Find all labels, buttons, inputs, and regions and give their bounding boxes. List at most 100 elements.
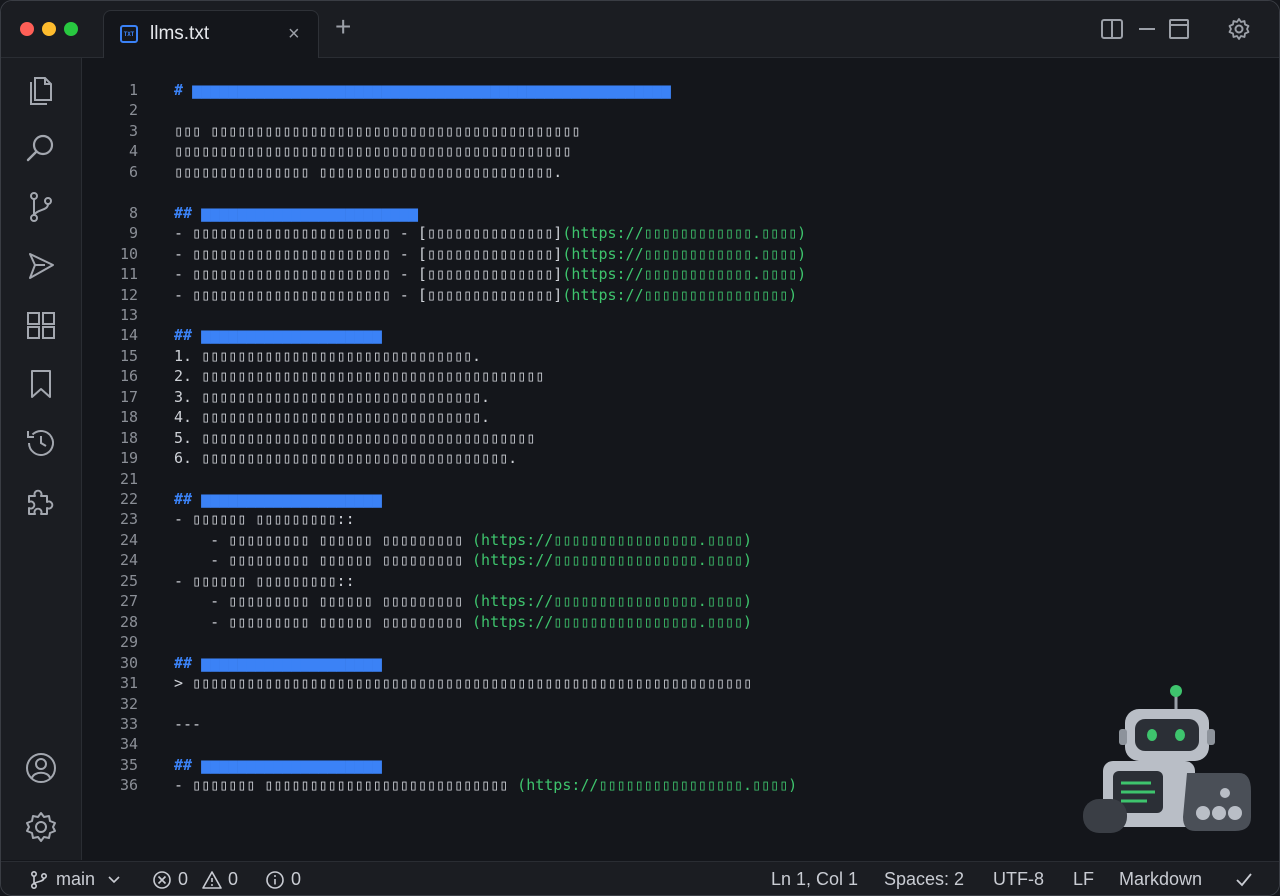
code-line[interactable]: 2 [82, 100, 1279, 120]
branch-name[interactable]: main [56, 869, 95, 890]
warning-count[interactable]: 0 [228, 869, 238, 890]
text-token: - ▯▯▯▯▯▯ ▯▯▯▯▯▯▯▯▯:: [174, 510, 355, 528]
line-number: 6 [128, 163, 138, 181]
code-line[interactable]: 30 ## ▆▆▆▆▆▆▆▆▆▆▆▆▆▆▆▆▆▆▆▆ [82, 653, 1279, 673]
minimize-icon[interactable] [1135, 17, 1159, 41]
puzzle-icon[interactable] [23, 484, 59, 520]
code-line[interactable]: 28 - ▯▯▯▯▯▯▯▯▯ ▯▯▯▯▯▯ ▯▯▯▯▯▯▯▯▯ (https:/… [82, 612, 1279, 632]
code-line[interactable]: 23 - ▯▯▯▯▯▯ ▯▯▯▯▯▯▯▯▯:: [82, 509, 1279, 529]
code-line[interactable]: 12 - ▯▯▯▯▯▯▯▯▯▯▯▯▯▯▯▯▯▯▯▯▯▯ - [▯▯▯▯▯▯▯▯▯▯… [82, 285, 1279, 305]
code-line[interactable]: 8 ## ▆▆▆▆▆▆▆▆▆▆▆▆▆▆▆▆▆▆▆▆▆▆▆▆ [82, 203, 1279, 223]
extensions-icon[interactable] [23, 307, 59, 343]
link-token[interactable]: (https://▯▯▯▯▯▯▯▯▯▯▯▯▯▯▯▯.▯▯▯▯) [472, 613, 752, 631]
indentation[interactable]: Spaces: 2 [884, 869, 964, 890]
tab-close-button[interactable]: × [288, 23, 300, 46]
link-token[interactable]: (https://▯▯▯▯▯▯▯▯▯▯▯▯▯▯▯▯.▯▯▯▯) [472, 551, 752, 569]
line-number: 32 [119, 695, 138, 713]
code-line[interactable]: 24 - ▯▯▯▯▯▯▯▯▯ ▯▯▯▯▯▯ ▯▯▯▯▯▯▯▯▯ (https:/… [82, 550, 1279, 570]
text-token: - ▯▯▯▯▯▯▯▯▯▯▯▯▯▯▯▯▯▯▯▯▯▯ - [▯▯▯▯▯▯▯▯▯▯▯▯… [174, 265, 563, 283]
code-line[interactable]: 17 3. ▯▯▯▯▯▯▯▯▯▯▯▯▯▯▯▯▯▯▯▯▯▯▯▯▯▯▯▯▯▯▯. [82, 387, 1279, 407]
language-mode[interactable]: Markdown [1119, 869, 1202, 890]
error-icon[interactable] [152, 870, 172, 890]
link-token[interactable]: (https://▯▯▯▯▯▯▯▯▯▯▯▯▯▯▯▯.▯▯▯▯) [517, 776, 797, 794]
zoom-window-button[interactable] [64, 22, 78, 36]
encoding[interactable]: UTF-8 [993, 869, 1044, 890]
code-line[interactable]: 4 ▯▯▯▯▯▯▯▯▯▯▯▯▯▯▯▯▯▯▯▯▯▯▯▯▯▯▯▯▯▯▯▯▯▯▯▯▯▯▯… [82, 141, 1279, 161]
code-line[interactable]: 16 2. ▯▯▯▯▯▯▯▯▯▯▯▯▯▯▯▯▯▯▯▯▯▯▯▯▯▯▯▯▯▯▯▯▯▯▯… [82, 366, 1279, 386]
code-line[interactable]: 6 ▯▯▯▯▯▯▯▯▯▯▯▯▯▯▯ ▯▯▯▯▯▯▯▯▯▯▯▯▯▯▯▯▯▯▯▯▯▯▯… [82, 162, 1279, 182]
minimize-window-button[interactable] [42, 22, 56, 36]
text-token: > ▯▯▯▯▯▯▯▯▯▯▯▯▯▯▯▯▯▯▯▯▯▯▯▯▯▯▯▯▯▯▯▯▯▯▯▯▯▯… [174, 674, 752, 692]
history-icon[interactable] [23, 425, 59, 461]
code-line[interactable]: 18 5. ▯▯▯▯▯▯▯▯▯▯▯▯▯▯▯▯▯▯▯▯▯▯▯▯▯▯▯▯▯▯▯▯▯▯▯… [82, 428, 1279, 448]
line-number: 11 [119, 265, 138, 283]
warning-icon[interactable] [201, 870, 223, 890]
link-token[interactable]: (https://▯▯▯▯▯▯▯▯▯▯▯▯.▯▯▯▯) [562, 265, 806, 283]
run-debug-icon[interactable] [23, 248, 59, 284]
code-line[interactable]: 11 - ▯▯▯▯▯▯▯▯▯▯▯▯▯▯▯▯▯▯▯▯▯▯ - [▯▯▯▯▯▯▯▯▯▯… [82, 264, 1279, 284]
code-line[interactable]: 14 ## ▆▆▆▆▆▆▆▆▆▆▆▆▆▆▆▆▆▆▆▆ [82, 325, 1279, 345]
line-number: 14 [119, 326, 138, 344]
line-content: - ▯▯▯▯▯▯▯▯▯▯▯▯▯▯▯▯▯▯▯▯▯▯ - [▯▯▯▯▯▯▯▯▯▯▯▯… [174, 285, 797, 305]
link-token[interactable]: (https://▯▯▯▯▯▯▯▯▯▯▯▯▯▯▯▯) [562, 286, 797, 304]
code-line[interactable]: 18 4. ▯▯▯▯▯▯▯▯▯▯▯▯▯▯▯▯▯▯▯▯▯▯▯▯▯▯▯▯▯▯▯. [82, 407, 1279, 427]
files-icon[interactable] [23, 72, 59, 108]
code-line[interactable]: 21 [82, 469, 1279, 489]
info-icon[interactable] [265, 870, 285, 890]
code-line[interactable]: 19 6. ▯▯▯▯▯▯▯▯▯▯▯▯▯▯▯▯▯▯▯▯▯▯▯▯▯▯▯▯▯▯▯▯▯▯. [82, 448, 1279, 468]
settings-gear-icon[interactable] [1227, 17, 1251, 41]
line-content: - ▯▯▯▯▯▯ ▯▯▯▯▯▯▯▯▯:: [174, 509, 355, 529]
search-icon[interactable] [23, 130, 59, 166]
heading-token: ## [174, 490, 202, 508]
editor-tab[interactable]: TXT llms.txt × [103, 10, 319, 58]
line-content: 4. ▯▯▯▯▯▯▯▯▯▯▯▯▯▯▯▯▯▯▯▯▯▯▯▯▯▯▯▯▯▯▯. [174, 407, 490, 427]
link-token[interactable]: (https://▯▯▯▯▯▯▯▯▯▯▯▯.▯▯▯▯) [562, 245, 806, 263]
split-editor-icon[interactable] [1100, 17, 1124, 41]
link-token[interactable]: (https://▯▯▯▯▯▯▯▯▯▯▯▯▯▯▯▯.▯▯▯▯) [472, 531, 752, 549]
code-line[interactable]: 22 ## ▆▆▆▆▆▆▆▆▆▆▆▆▆▆▆▆▆▆▆▆ [82, 489, 1279, 509]
code-line[interactable]: 27 - ▯▯▯▯▯▯▯▯▯ ▯▯▯▯▯▯ ▯▯▯▯▯▯▯▯▯ (https:/… [82, 591, 1279, 611]
info-count[interactable]: 0 [291, 869, 301, 890]
chevron-down-icon[interactable] [107, 875, 121, 885]
source-control-icon[interactable] [23, 189, 59, 225]
line-content: - ▯▯▯▯▯▯▯▯▯ ▯▯▯▯▯▯ ▯▯▯▯▯▯▯▯▯ (https://▯▯… [174, 550, 752, 570]
new-tab-button[interactable]: + [335, 13, 351, 41]
account-icon[interactable] [23, 750, 59, 786]
link-token[interactable]: (https://▯▯▯▯▯▯▯▯▯▯▯▯▯▯▯▯.▯▯▯▯) [472, 592, 752, 610]
maximize-icon[interactable] [1167, 17, 1191, 41]
code-line[interactable]: 1 # ▆▆▆▆▆▆▆▆▆▆▆▆▆▆▆▆▆▆▆▆▆▆▆▆▆▆▆▆▆▆▆▆▆▆▆▆▆… [82, 80, 1279, 100]
heading-token: ▆▆▆▆▆▆▆▆▆▆▆▆▆▆▆▆▆▆▆▆ [201, 326, 382, 344]
text-token: ▯▯▯▯▯▯▯▯▯▯▯▯▯▯▯▯▯▯▯▯▯▯▯▯▯▯▯▯▯▯▯▯▯▯▯▯▯▯▯▯… [174, 142, 572, 160]
line-number: 24 [119, 551, 138, 569]
cursor-position[interactable]: Ln 1, Col 1 [771, 869, 858, 890]
code-line[interactable]: 3 ▯▯▯ ▯▯▯▯▯▯▯▯▯▯▯▯▯▯▯▯▯▯▯▯▯▯▯▯▯▯▯▯▯▯▯▯▯▯▯… [82, 121, 1279, 141]
text-token: - ▯▯▯▯▯▯ ▯▯▯▯▯▯▯▯▯:: [174, 572, 355, 590]
line-number: 8 [128, 204, 138, 222]
code-line[interactable]: 29 [82, 632, 1279, 652]
code-line[interactable]: 10 - ▯▯▯▯▯▯▯▯▯▯▯▯▯▯▯▯▯▯▯▯▯▯ - [▯▯▯▯▯▯▯▯▯▯… [82, 244, 1279, 264]
text-token: 1. ▯▯▯▯▯▯▯▯▯▯▯▯▯▯▯▯▯▯▯▯▯▯▯▯▯▯▯▯▯▯. [174, 347, 482, 365]
text-token: - ▯▯▯▯▯▯▯▯▯ ▯▯▯▯▯▯ ▯▯▯▯▯▯▯▯▯ [174, 592, 473, 610]
link-token[interactable]: (https://▯▯▯▯▯▯▯▯▯▯▯▯.▯▯▯▯) [562, 224, 806, 242]
text-token: - ▯▯▯▯▯▯▯▯▯▯▯▯▯▯▯▯▯▯▯▯▯▯ - [▯▯▯▯▯▯▯▯▯▯▯▯… [174, 286, 563, 304]
close-window-button[interactable] [20, 22, 34, 36]
code-line[interactable]: 15 1. ▯▯▯▯▯▯▯▯▯▯▯▯▯▯▯▯▯▯▯▯▯▯▯▯▯▯▯▯▯▯. [82, 346, 1279, 366]
code-line[interactable]: 25 - ▯▯▯▯▯▯ ▯▯▯▯▯▯▯▯▯:: [82, 571, 1279, 591]
code-line[interactable]: 13 [82, 305, 1279, 325]
end-of-line[interactable]: LF [1073, 869, 1094, 890]
bookmark-icon[interactable] [23, 366, 59, 402]
settings-icon[interactable] [23, 809, 59, 845]
heading-token: ▆▆▆▆▆▆▆▆▆▆▆▆▆▆▆▆▆▆▆▆▆▆▆▆ [201, 204, 418, 222]
line-content: # ▆▆▆▆▆▆▆▆▆▆▆▆▆▆▆▆▆▆▆▆▆▆▆▆▆▆▆▆▆▆▆▆▆▆▆▆▆▆… [174, 80, 671, 100]
code-line[interactable] [82, 182, 1279, 202]
line-content: 5. ▯▯▯▯▯▯▯▯▯▯▯▯▯▯▯▯▯▯▯▯▯▯▯▯▯▯▯▯▯▯▯▯▯▯▯▯▯ [174, 428, 535, 448]
line-content: ▯▯▯▯▯▯▯▯▯▯▯▯▯▯▯ ▯▯▯▯▯▯▯▯▯▯▯▯▯▯▯▯▯▯▯▯▯▯▯▯… [174, 162, 562, 182]
text-token: - ▯▯▯▯▯▯▯▯▯ ▯▯▯▯▯▯ ▯▯▯▯▯▯▯▯▯ [174, 551, 473, 569]
check-icon[interactable] [1234, 870, 1254, 890]
code-line[interactable]: 9 - ▯▯▯▯▯▯▯▯▯▯▯▯▯▯▯▯▯▯▯▯▯▯ - [▯▯▯▯▯▯▯▯▯▯▯… [82, 223, 1279, 243]
title-bar: TXT llms.txt × + [1, 1, 1279, 58]
text-token: 2. ▯▯▯▯▯▯▯▯▯▯▯▯▯▯▯▯▯▯▯▯▯▯▯▯▯▯▯▯▯▯▯▯▯▯▯▯▯… [174, 367, 545, 385]
line-number: 29 [119, 633, 138, 651]
code-line[interactable]: 24 - ▯▯▯▯▯▯▯▯▯ ▯▯▯▯▯▯ ▯▯▯▯▯▯▯▯▯ (https:/… [82, 530, 1279, 550]
error-count[interactable]: 0 [178, 869, 188, 890]
